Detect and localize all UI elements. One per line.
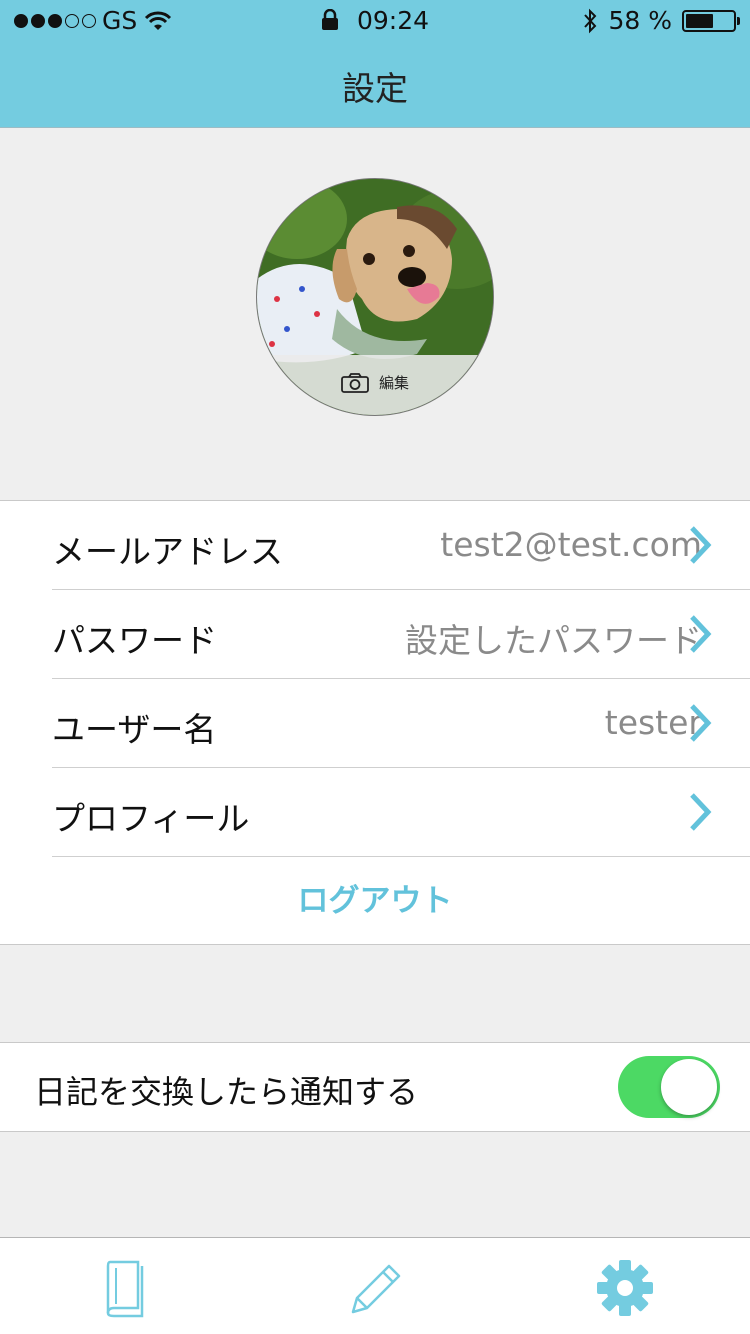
chevron-right-icon	[690, 615, 712, 653]
profile-photo[interactable]: 編集	[256, 178, 494, 416]
account-settings-group: メールアドレス test2@test.com パスワード 設定したパスワード ユ…	[0, 500, 750, 945]
email-label: メールアドレス	[52, 532, 283, 571]
settings-row-email[interactable]: メールアドレス test2@test.com	[52, 501, 750, 590]
gear-icon	[597, 1260, 653, 1316]
tab-settings[interactable]	[593, 1258, 657, 1318]
username-label: ユーザー名	[52, 710, 217, 749]
notification-setting-row: 日記を交換したら通知する	[0, 1042, 750, 1132]
notification-toggle[interactable]	[618, 1056, 720, 1118]
profile-label: プロフィール	[52, 799, 250, 838]
chevron-right-icon	[690, 704, 712, 742]
status-time: 09:24	[356, 6, 429, 35]
email-value: test2@test.com	[440, 525, 702, 564]
tab-write[interactable]	[343, 1258, 407, 1318]
edit-photo-button[interactable]: 編集	[257, 372, 493, 393]
navigation-bar: 設定	[0, 42, 750, 128]
password-label: パスワード	[52, 621, 217, 660]
tab-diary-list[interactable]	[94, 1258, 158, 1318]
chevron-right-icon	[690, 793, 712, 831]
book-icon	[106, 1260, 144, 1318]
edit-photo-label: 編集	[378, 374, 409, 392]
pencil-icon	[351, 1264, 401, 1314]
bluetooth-icon	[584, 8, 597, 33]
battery-level	[686, 13, 713, 28]
status-bar: GS 09:24 58 %	[0, 0, 750, 42]
tab-bar	[0, 1237, 750, 1334]
settings-row-profile[interactable]: プロフィール	[52, 768, 750, 857]
notification-label: 日記を交換したら通知する	[34, 1073, 419, 1111]
page-title: 設定	[342, 69, 408, 108]
battery-percentage: 58 %	[608, 6, 672, 35]
logout-button[interactable]: ログアウト	[0, 857, 750, 945]
camera-icon	[341, 372, 369, 393]
chevron-right-icon	[690, 526, 712, 564]
settings-row-password[interactable]: パスワード 設定したパスワード	[52, 590, 750, 679]
password-value: 設定したパスワード	[405, 621, 702, 660]
battery-icon	[682, 9, 740, 32]
lock-icon	[322, 8, 338, 30]
settings-row-username[interactable]: ユーザー名 tester	[52, 679, 750, 768]
toggle-knob	[661, 1059, 717, 1115]
